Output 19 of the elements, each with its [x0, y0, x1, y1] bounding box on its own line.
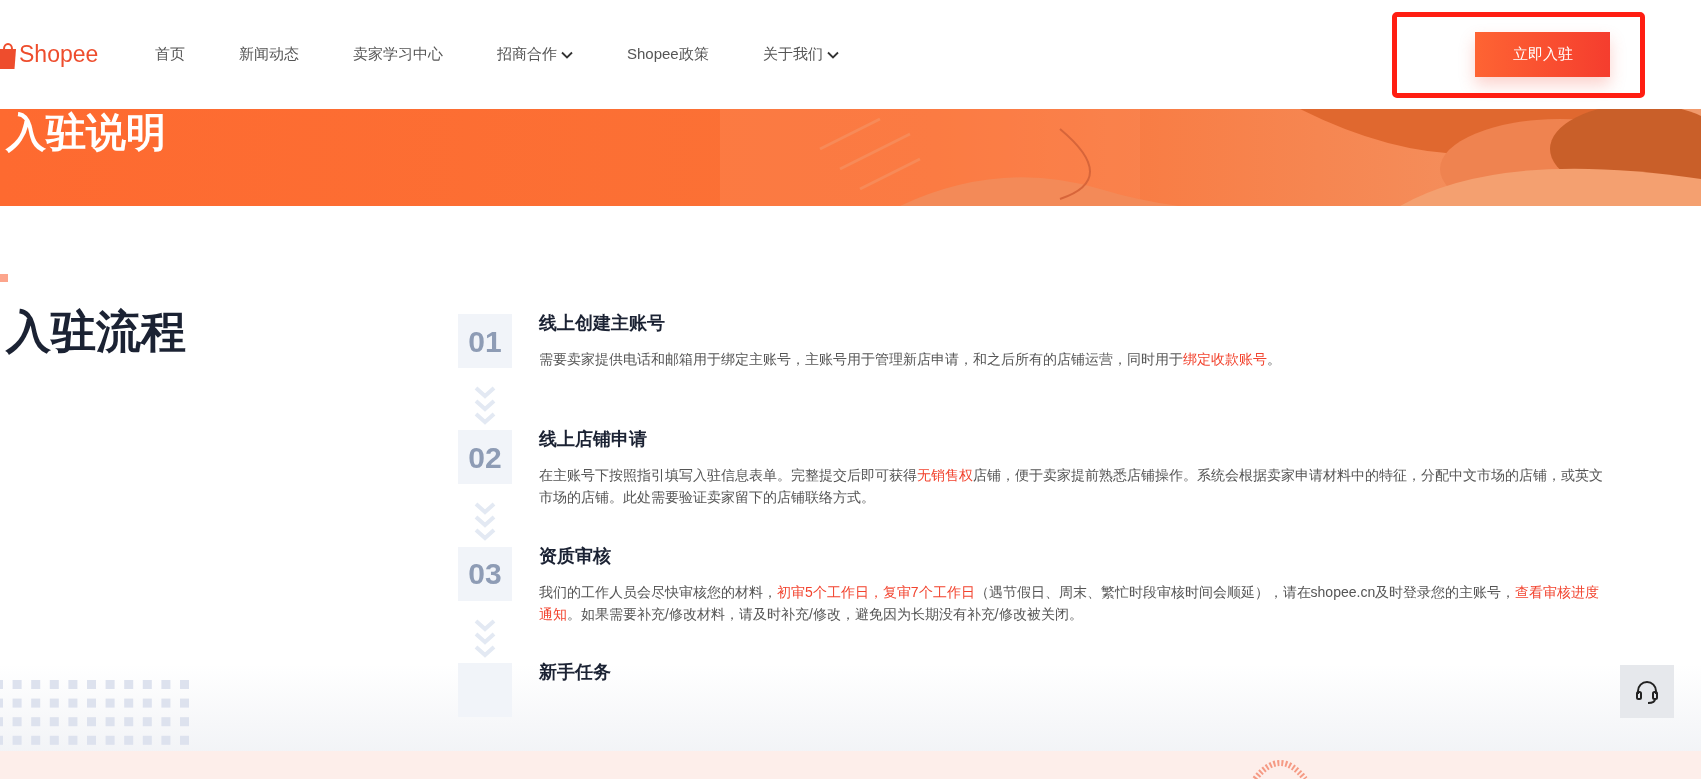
- step-title: 线上店铺申请: [539, 428, 648, 452]
- step-number: 01: [458, 314, 512, 368]
- step-number: 02: [458, 430, 512, 485]
- nav-link[interactable]: 首页: [155, 43, 185, 66]
- step-description: 需要卖家提供电话和邮箱用于绑定主账号，主账号用于管理新店申请，和之后所有的店铺运营，同时用于绑定收款账号。: [539, 350, 1282, 369]
- step-number: 03: [458, 546, 512, 601]
- step-title: 线上创建主账号: [539, 312, 666, 335]
- banner-title: 入驻说明: [4, 109, 167, 155]
- section-heading: 入驻流程: [4, 305, 187, 359]
- nav-link[interactable]: 招商合作: [497, 43, 573, 66]
- step-title: 资质审核: [539, 544, 612, 568]
- nav-link[interactable]: Shopee政策: [627, 43, 709, 66]
- nav-link[interactable]: 卖家学习中心: [353, 43, 443, 66]
- nav-link[interactable]: 关于我们: [762, 43, 839, 66]
- logo-text[interactable]: Shopee: [19, 37, 99, 72]
- step-description: 在主账号下按照指引填写入驻信息表单。完整提交后即可获得无销售权店铺，便于卖家提前熟悉店铺操作。系统会根据卖家申请材料中的特征，分配中文市场的店铺，或英文市场的店铺。此处需要验证卖家留下的店铺联络方式。: [539, 466, 1604, 508]
- nav-link[interactable]: 新闻动态: [239, 43, 299, 66]
- step-title: 新手任务: [539, 660, 612, 684]
- step-description: 我们的工作人员会尽快审核您的材料，初审5个工作日，复审7个工作日（遇节假日、周末、繁忙时段审核时间会顺延），请在shopee.cn及时登录您的主账号，查看审核进度通知。如果需要补充/修改材料，请及时补充/修改，避免因为长期没有补充/修改被关闭。: [539, 582, 1601, 624]
